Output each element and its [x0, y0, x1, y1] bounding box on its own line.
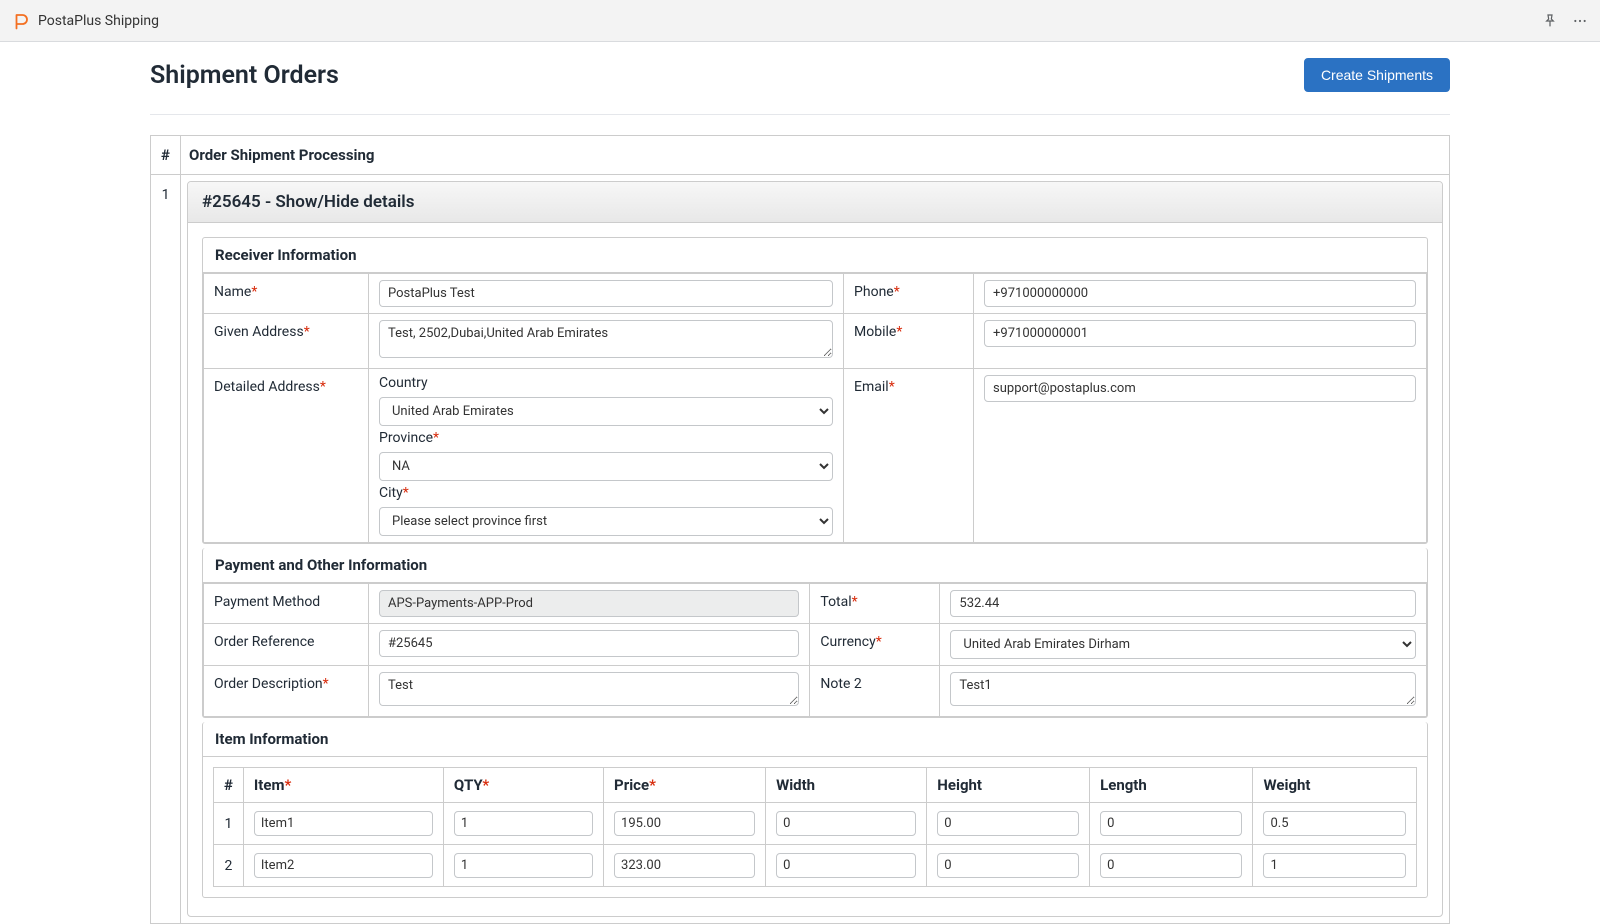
- label-note2: Note 2: [820, 676, 861, 692]
- col-index: #: [151, 136, 181, 175]
- item-name-input[interactable]: [254, 853, 433, 878]
- pin-icon[interactable]: [1542, 13, 1558, 29]
- item-height-input[interactable]: [937, 811, 1079, 836]
- label-currency: Currency: [820, 634, 875, 650]
- label-given-address: Given Address: [214, 324, 304, 340]
- item-height-input[interactable]: [937, 853, 1079, 878]
- label-order-desc: Order Description: [214, 676, 323, 692]
- item-length-input[interactable]: [1100, 811, 1242, 836]
- item-col-qty: QTY: [454, 776, 482, 794]
- create-shipments-button[interactable]: Create Shipments: [1304, 58, 1450, 92]
- label-detailed-address: Detailed Address: [214, 379, 320, 395]
- label-name: Name: [214, 284, 251, 300]
- items-section: Item Information # Item* QTY*: [202, 722, 1428, 898]
- mobile-input[interactable]: [984, 320, 1416, 347]
- item-col-length: Length: [1090, 768, 1253, 803]
- item-price-input[interactable]: [614, 853, 755, 878]
- given-address-input[interactable]: [379, 320, 833, 358]
- orders-table: # Order Shipment Processing 1 #25645 - S…: [150, 135, 1450, 924]
- item-col-price: Price: [614, 776, 649, 794]
- label-payment-method: Payment Method: [214, 594, 320, 610]
- item-col-height: Height: [927, 768, 1090, 803]
- receiver-section: Receiver Information Name* Phone*: [202, 237, 1428, 544]
- row-index: 1: [151, 175, 181, 924]
- payment-section: Payment and Other Information Payment Me…: [202, 548, 1428, 718]
- postaplus-logo-icon: [12, 12, 30, 30]
- col-body: Order Shipment Processing: [181, 136, 1450, 175]
- payment-method-input: [379, 590, 799, 617]
- currency-select[interactable]: United Arab Emirates Dirham: [950, 630, 1416, 659]
- item-qty-input[interactable]: [454, 811, 593, 836]
- note2-input[interactable]: [950, 672, 1416, 706]
- more-icon[interactable]: [1572, 13, 1588, 29]
- label-country: Country: [379, 375, 833, 391]
- item-length-input[interactable]: [1100, 853, 1242, 878]
- label-email: Email: [854, 379, 889, 395]
- item-row: 2: [214, 845, 1417, 887]
- item-row: 1: [214, 803, 1417, 845]
- label-city: City: [379, 485, 403, 501]
- item-qty-input[interactable]: [454, 853, 593, 878]
- label-province: Province: [379, 430, 433, 446]
- receiver-title: Receiver Information: [203, 238, 1427, 273]
- item-weight-input[interactable]: [1263, 811, 1406, 836]
- order-toggle-header[interactable]: #25645 - Show/Hide details: [188, 182, 1442, 223]
- order-ref-input[interactable]: [379, 630, 799, 657]
- item-name-input[interactable]: [254, 811, 433, 836]
- email-input[interactable]: [984, 375, 1416, 402]
- page-title: Shipment Orders: [150, 61, 339, 90]
- city-select[interactable]: Please select province first: [379, 507, 833, 536]
- label-phone: Phone: [854, 284, 894, 300]
- payment-title: Payment and Other Information: [203, 548, 1427, 583]
- province-select[interactable]: NA: [379, 452, 833, 481]
- items-title: Item Information: [203, 722, 1427, 757]
- label-mobile: Mobile: [854, 324, 896, 340]
- order-desc-input[interactable]: [379, 672, 799, 706]
- item-col-weight: Weight: [1253, 768, 1417, 803]
- app-title: PostaPlus Shipping: [38, 13, 159, 29]
- item-col-idx: #: [214, 768, 244, 803]
- item-col-item: Item: [254, 776, 285, 794]
- label-order-ref: Order Reference: [214, 634, 314, 650]
- order-detail-panel: #25645 - Show/Hide details Receiver Info…: [187, 181, 1443, 917]
- items-table: # Item* QTY* Price* Width Height Length: [213, 767, 1417, 887]
- name-input[interactable]: [379, 280, 833, 307]
- item-width-input[interactable]: [776, 853, 916, 878]
- label-total: Total: [820, 594, 851, 610]
- item-col-width: Width: [766, 768, 927, 803]
- app-topbar: PostaPlus Shipping: [0, 0, 1600, 42]
- item-width-input[interactable]: [776, 811, 916, 836]
- item-weight-input[interactable]: [1263, 853, 1406, 878]
- total-input[interactable]: [950, 590, 1416, 617]
- item-price-input[interactable]: [614, 811, 755, 836]
- country-select[interactable]: United Arab Emirates: [379, 397, 833, 426]
- phone-input[interactable]: [984, 280, 1416, 307]
